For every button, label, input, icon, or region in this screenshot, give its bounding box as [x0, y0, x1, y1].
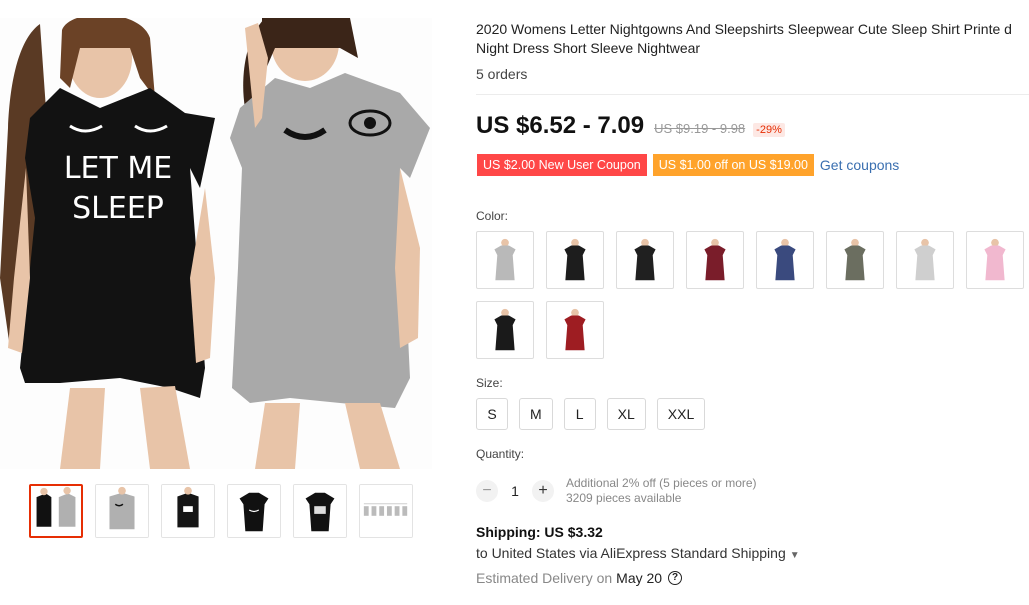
quantity-value[interactable]: 1 — [498, 483, 532, 499]
delivery-date: May 20 — [616, 570, 663, 586]
quantity-stepper: − 1 + Additional 2% off (5 pieces or mor… — [476, 476, 757, 506]
quantity-increase-button[interactable]: + — [532, 480, 554, 502]
thumbnail-size-chart[interactable] — [359, 484, 413, 538]
color-label: Color: — [476, 209, 509, 223]
main-product-image[interactable]: LET ME SLEEP — [0, 18, 432, 469]
size-option-xl[interactable]: XL — [606, 398, 646, 430]
color-swatch-black[interactable] — [546, 231, 604, 289]
color-swatch-black[interactable] — [476, 301, 534, 359]
shipping-method[interactable]: to United States via AliExpress Standard… — [476, 545, 800, 561]
current-price: US $6.52 - 7.09 — [476, 112, 645, 139]
size-option-m[interactable]: M — [519, 398, 553, 430]
price-row: US $6.52 - 7.09 US $9.19 - 9.98 -29% — [476, 112, 785, 140]
original-price: US $9.19 - 9.98 — [654, 121, 746, 136]
help-icon[interactable]: ? — [668, 571, 683, 585]
coupon-row: US $2.00 New User Coupon US $1.00 off on… — [477, 154, 899, 176]
shipping-method-text: to United States via AliExpress Standard… — [476, 545, 786, 561]
quantity-label: Quantity: — [476, 447, 525, 461]
size-option-xxl[interactable]: XXL — [656, 398, 706, 430]
color-swatch-navy-blue[interactable] — [756, 231, 814, 289]
quantity-decrease-button[interactable]: − — [476, 480, 498, 502]
stock-available: 3209 pieces available — [566, 491, 682, 505]
thumbnail-black-front[interactable] — [227, 484, 281, 538]
color-swatch-gray[interactable] — [476, 231, 534, 289]
discount-badge: -29% — [753, 123, 785, 137]
new-user-coupon[interactable]: US $2.00 New User Coupon — [477, 154, 647, 176]
chevron-down-icon: ▼ — [789, 550, 800, 561]
color-swatches — [476, 231, 1029, 359]
get-coupons-link[interactable]: Get coupons — [820, 157, 899, 173]
color-swatch-light-gray[interactable] — [896, 231, 954, 289]
svg-text:SLEEP: SLEEP — [72, 191, 164, 226]
estimated-delivery-label: Estimated Delivery on — [476, 570, 613, 586]
thumbnail-black-sleep-print[interactable] — [161, 484, 215, 538]
product-title: 2020 Womens Letter Nightgowns And Sleeps… — [476, 21, 1012, 56]
thumbnail-black-letter-print[interactable] — [293, 484, 347, 538]
size-option-s[interactable]: S — [476, 398, 508, 430]
bulk-discount-note: Additional 2% off (5 pieces or more) — [566, 476, 757, 490]
divider — [476, 94, 1029, 95]
thumbnail-strip — [29, 484, 413, 538]
threshold-coupon[interactable]: US $1.00 off on US $19.00 — [652, 154, 814, 176]
shipping-price: Shipping: US $3.32 — [476, 524, 603, 540]
color-swatch-wine-red[interactable] — [686, 231, 744, 289]
thumbnail-black-and-gray-pair[interactable] — [29, 484, 83, 538]
size-options: S M L XL XXL — [476, 398, 706, 430]
color-swatch-army-green[interactable] — [826, 231, 884, 289]
quantity-info: Additional 2% off (5 pieces or more) 320… — [566, 476, 757, 506]
svg-text:LET ME: LET ME — [64, 151, 172, 186]
size-label: Size: — [476, 376, 503, 390]
color-swatch-pink[interactable] — [966, 231, 1024, 289]
thumbnail-gray-with-eyes[interactable] — [95, 484, 149, 538]
color-swatch-red[interactable] — [546, 301, 604, 359]
order-count: 5 orders — [476, 66, 528, 82]
size-option-l[interactable]: L — [563, 398, 596, 430]
estimated-delivery: Estimated Delivery on May 20 ? — [476, 570, 683, 586]
color-swatch-black[interactable] — [616, 231, 674, 289]
